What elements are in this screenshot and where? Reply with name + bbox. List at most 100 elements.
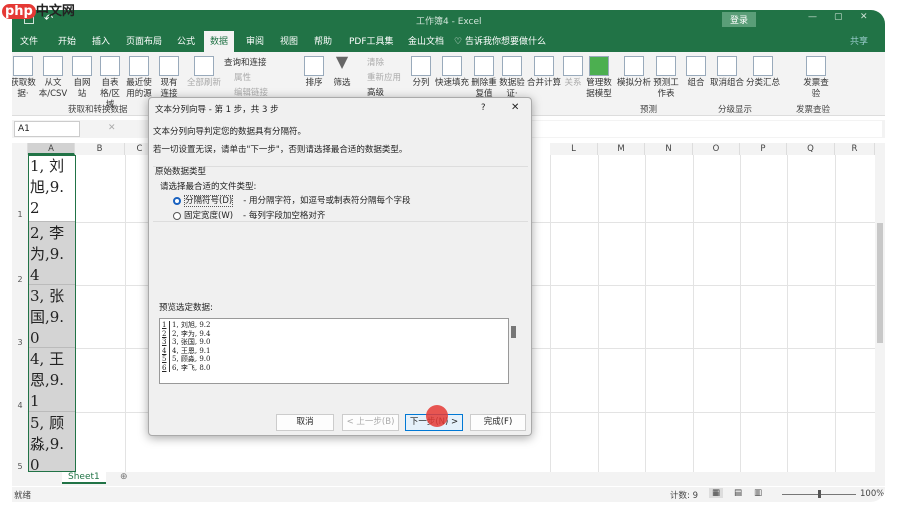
tab-kdocs[interactable]: 金山文档 — [408, 34, 444, 47]
sort-button[interactable]: 排序 — [302, 56, 326, 89]
vertical-scrollbar[interactable] — [875, 143, 885, 472]
split-icon — [411, 56, 431, 76]
row-header-3[interactable]: 3 — [12, 285, 28, 348]
maximize-button[interactable]: ▢ — [834, 12, 843, 22]
back-button[interactable]: < 上一步(B) — [342, 414, 399, 431]
cancel-button[interactable]: 取消 — [276, 414, 334, 431]
from-csv-button[interactable]: 从文本/CSV — [38, 56, 68, 100]
group-label-outline: 分级显示 — [718, 105, 753, 115]
zoom-slider[interactable] — [774, 489, 864, 499]
relationships-button[interactable]: 关系 — [562, 56, 584, 89]
zoom-level[interactable]: 100% — [860, 489, 884, 499]
dialog-info-2: 若一切设置无误，请单击"下一步"，否则请选择最合适的数据类型。 — [153, 145, 408, 155]
column-header-b[interactable]: B — [75, 143, 125, 155]
cancel-formula-icon[interactable]: ✕ — [108, 123, 116, 133]
label: 合并计算 — [526, 78, 561, 88]
close-window-button[interactable]: ✕ — [860, 12, 868, 22]
filter-button[interactable]: ▼ 筛选 — [330, 54, 354, 89]
label: 分隔符号(D) — [184, 195, 234, 207]
ungroup-button[interactable]: 取消组合 — [709, 56, 745, 89]
row-header-2[interactable]: 2 — [12, 222, 28, 285]
row-header-4[interactable]: 4 — [12, 348, 28, 412]
properties-button[interactable]: 属性 — [234, 71, 251, 83]
forecast-icon — [656, 56, 676, 76]
column-header-r[interactable]: R — [835, 143, 875, 155]
label: 筛选 — [333, 78, 351, 88]
column-header-p[interactable]: P — [740, 143, 787, 155]
tab-page-layout[interactable]: 页面布局 — [126, 34, 162, 47]
invoice-check-button[interactable]: 发票查验 — [802, 56, 830, 100]
subtotal-button[interactable]: 分类汇总 — [745, 56, 781, 89]
remove-duplicates-button[interactable]: 删除重复值 — [470, 56, 498, 100]
label: 现有连接 — [160, 78, 178, 99]
consolidate-button[interactable]: 合并计算 — [526, 56, 562, 89]
label: 分类汇总 — [745, 78, 780, 88]
data-model-button[interactable]: 管理数据模型 — [585, 56, 613, 100]
column-header-q[interactable]: Q — [787, 143, 835, 155]
flash-fill-button[interactable]: 快速填充 — [434, 56, 470, 89]
preview-row-text: 6, 李飞, 8.0 — [172, 363, 211, 372]
data-validation-button[interactable]: 数据验证· — [498, 56, 526, 100]
login-button[interactable]: 登录 — [722, 12, 757, 27]
minimize-button[interactable]: — — [808, 12, 817, 22]
remove-duplicates-icon — [474, 56, 494, 76]
recent-sources-button[interactable]: 最近使用的源 — [125, 56, 153, 100]
radio-delimited[interactable]: 分隔符号(D) - 用分隔字符，如逗号或制表符分隔每个字段 — [173, 194, 410, 207]
column-header-m[interactable]: M — [598, 143, 645, 155]
text-to-columns-button[interactable]: 分列 — [410, 56, 432, 89]
tab-view[interactable]: 视图 — [280, 34, 298, 47]
existing-connections-button[interactable]: 现有连接 — [158, 56, 180, 100]
tab-formulas[interactable]: 公式 — [177, 34, 195, 47]
title-bar: ↶ 工作簿4 - Excel 登录 — ▢ ✕ — [12, 10, 885, 30]
page-break-view-icon[interactable]: ▥ — [754, 488, 762, 498]
from-web-button[interactable]: 自网站 — [70, 56, 94, 100]
radio-checked-icon — [173, 196, 181, 205]
tab-home[interactable]: 开始 — [58, 34, 76, 47]
column-header-n[interactable]: N — [645, 143, 693, 155]
finish-button[interactable]: 完成(F) — [470, 414, 526, 431]
table-icon — [100, 56, 120, 76]
sheet-tab-sheet1[interactable]: Sheet1 — [62, 472, 106, 484]
refresh-all-button[interactable]: 全部刷新 — [186, 56, 222, 89]
clear-button[interactable]: 清除 — [367, 56, 384, 68]
reapply-button[interactable]: 重新应用 — [367, 71, 401, 83]
relationships-icon — [563, 56, 583, 76]
what-if-button[interactable]: 模拟分析 — [616, 56, 652, 89]
queries-connections-button[interactable]: 查询和连接 — [224, 56, 267, 68]
tell-me-search[interactable]: ♡ 告诉我你想要做什么 — [454, 34, 546, 47]
group-button[interactable]: 组合 — [684, 56, 708, 89]
data-type-group: 原始数据类型 请选择最合适的文件类型: 分隔符号(D) - 用分隔字符，如逗号或制… — [153, 166, 528, 222]
row-header-5[interactable]: 5 — [12, 412, 28, 472]
flash-fill-icon — [442, 56, 462, 76]
tab-file[interactable]: 文件 — [20, 34, 38, 47]
add-sheet-button[interactable]: ⊕ — [120, 472, 128, 482]
sort-icon — [304, 56, 324, 76]
select-all[interactable] — [12, 143, 28, 155]
tab-insert[interactable]: 插入 — [92, 34, 110, 47]
group-label-get-transform: 获取和转换数据 — [68, 105, 128, 115]
tab-data[interactable]: 数据 — [204, 31, 235, 52]
column-header-a[interactable]: A — [28, 143, 75, 155]
preview-row-text: 1, 刘旭, 9.2 — [172, 321, 211, 329]
tab-help[interactable]: 帮助 — [314, 34, 332, 47]
tab-review[interactable]: 审阅 — [246, 34, 264, 47]
radio-fixed-width[interactable]: 固定宽度(W) - 每列字段加空格对齐 — [173, 209, 325, 221]
page-layout-view-icon[interactable]: ▤ — [734, 488, 742, 498]
share-button[interactable]: 共享 — [850, 34, 868, 47]
forecast-sheet-button[interactable]: 预测工作表 — [653, 56, 679, 100]
tab-pdf[interactable]: PDF工具集 — [349, 34, 394, 47]
help-button[interactable]: ? — [481, 103, 486, 113]
document-icon — [43, 56, 63, 76]
normal-view-icon[interactable]: ▦ — [709, 488, 724, 498]
column-header-l[interactable]: L — [550, 143, 598, 155]
preview-scrollbar[interactable] — [511, 326, 516, 338]
dialog-close-button[interactable]: ✕ — [511, 102, 519, 113]
name-box[interactable]: A1 — [14, 121, 80, 137]
refresh-icon — [194, 56, 214, 76]
preview-row: 2 2, 李为, 9.4 — [162, 329, 508, 338]
formula-input[interactable] — [522, 121, 882, 137]
row-header-1[interactable]: 1 — [12, 155, 28, 222]
column-header-o[interactable]: O — [693, 143, 740, 155]
label: 最近使用的源 — [126, 78, 152, 99]
get-data-button[interactable]: 获取数据· — [12, 56, 38, 100]
